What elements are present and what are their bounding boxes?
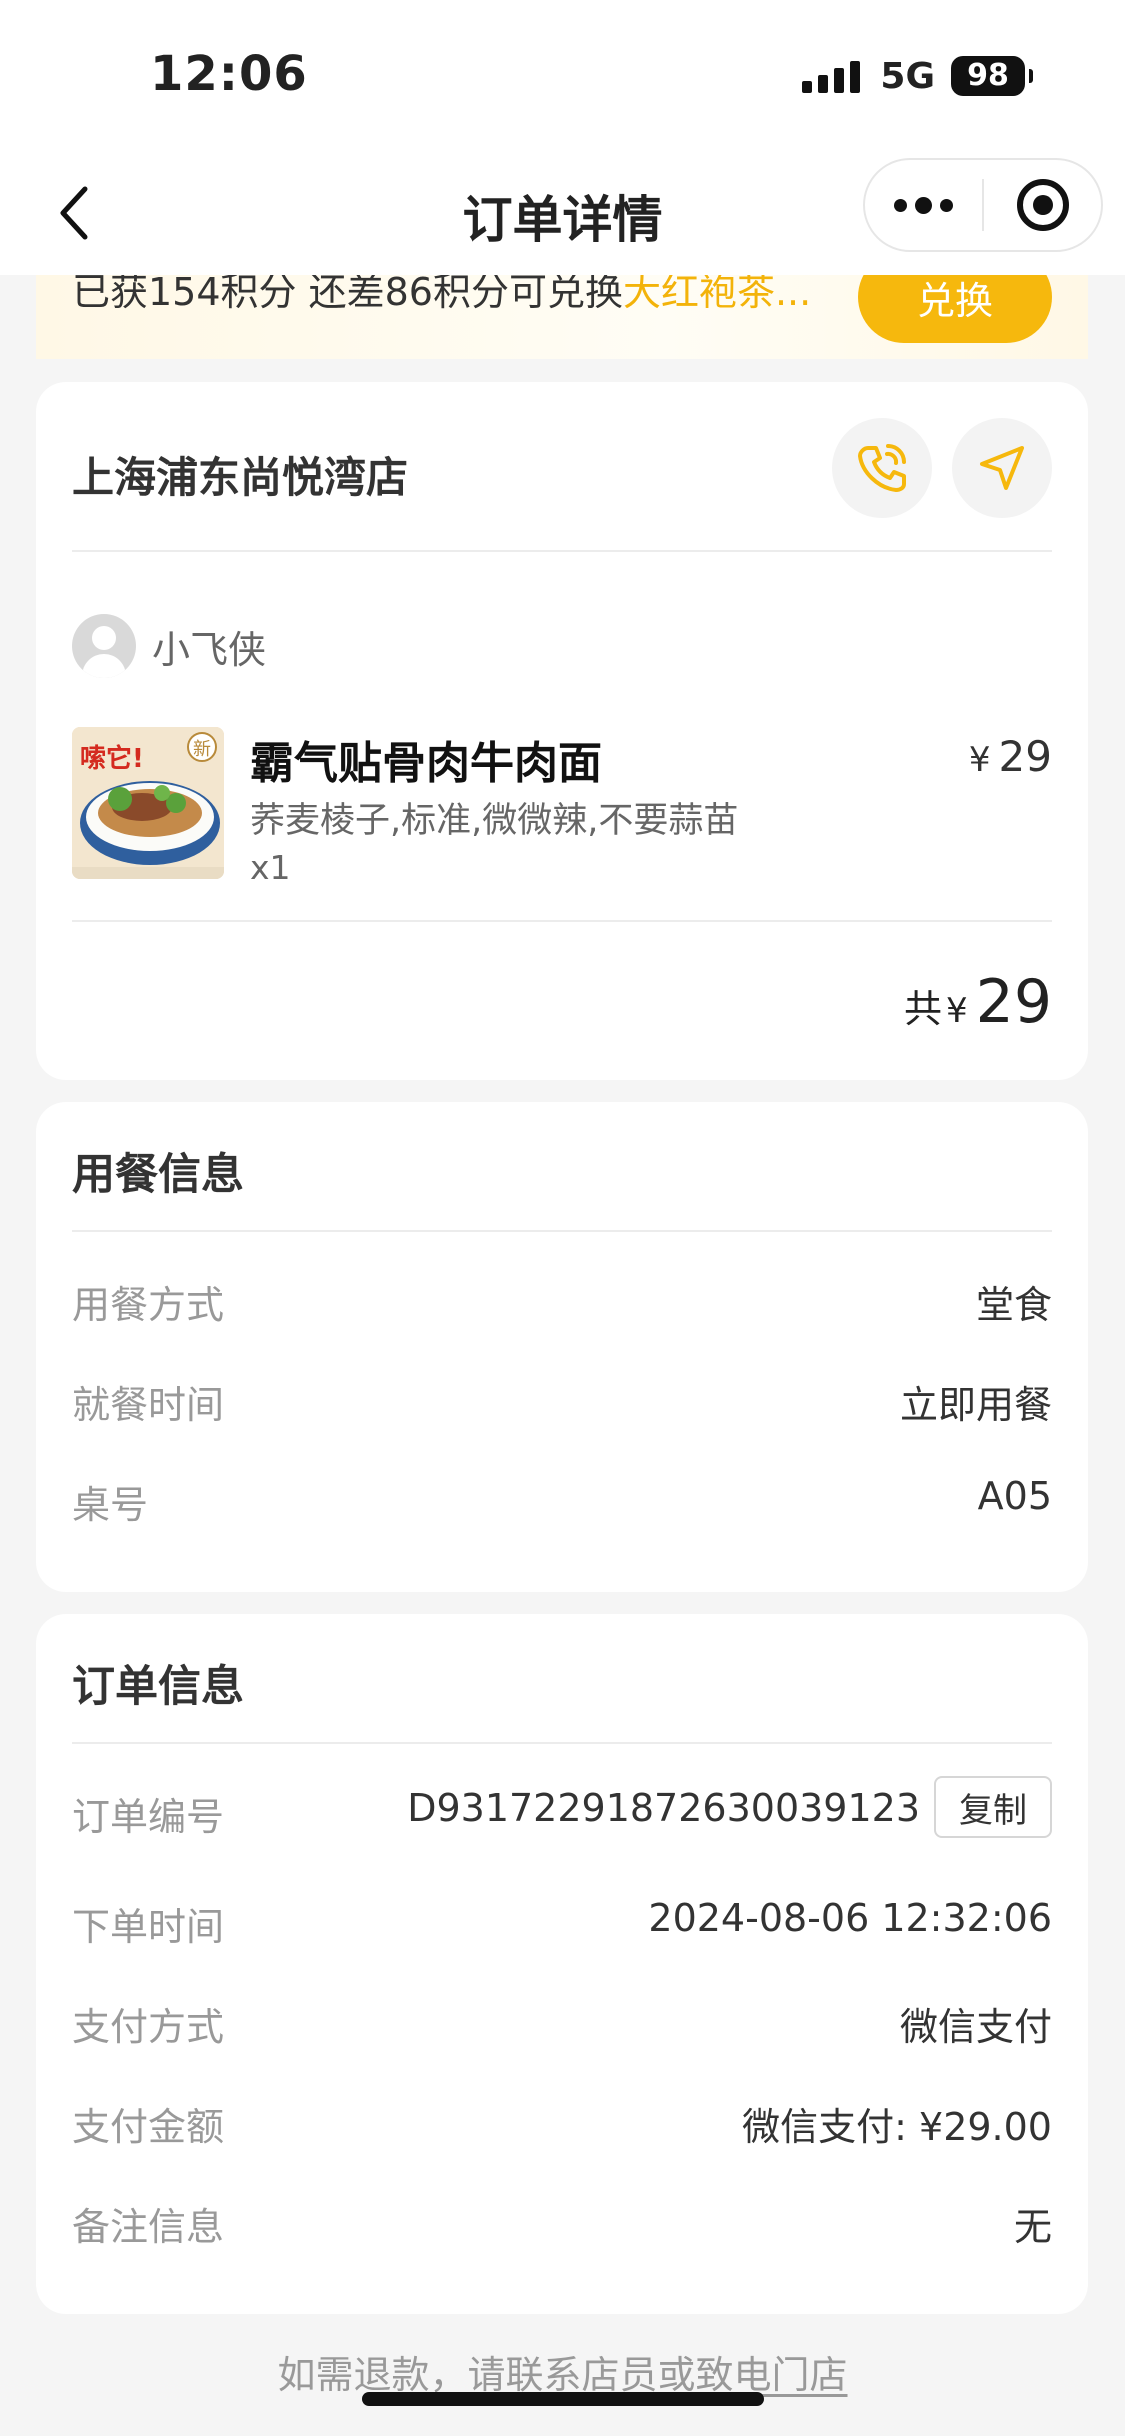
info-row-dining-mode: 用餐方式 堂食 [72, 1274, 1052, 1327]
info-value: 2024-08-06 12:32:06 [648, 1896, 1052, 1940]
info-label: 下单时间 [72, 1905, 225, 1949]
orderer-name: 小飞侠 [152, 627, 267, 672]
status-bar: 12:06 5G 98 [0, 0, 1125, 150]
item-price-value: 29 [998, 732, 1052, 781]
item-quantity: x1 [250, 848, 291, 887]
divider [72, 550, 1052, 552]
points-text-highlight: 大红袍茶... [622, 275, 812, 314]
info-value: 微信支付: ¥29.00 [742, 2105, 1052, 2149]
item-spec: 荞麦棱子,标准,微微辣,不要蒜苗 [250, 801, 739, 841]
currency-symbol: ¥ [968, 740, 991, 780]
info-row-table-number: 桌号 A05 [72, 1474, 1052, 1527]
store-card: 上海浦东尚悦湾店 小飞侠 嗦它! 新 霸气贴骨肉牛肉面 荞麦棱子,标准,微微辣,… [36, 382, 1088, 1080]
refund-note-prefix: 如需退款，请 [277, 2353, 506, 2397]
order-number: D93172291872630039123 [407, 1786, 920, 1830]
store-name: 上海浦东尚悦湾店 [72, 453, 409, 502]
info-value: 堂食 [975, 1283, 1052, 1327]
info-label: 就餐时间 [72, 1383, 225, 1427]
info-label: 备注信息 [72, 2205, 225, 2249]
avatar [72, 614, 136, 678]
divider [72, 1742, 1052, 1744]
more-dots-icon [894, 196, 953, 214]
info-row-payment-method: 支付方式 微信支付 [72, 1996, 1052, 2049]
order-detail-page: 12:06 5G 98 订单详情 已获154积分 还差86积分可兑换大红袍茶..… [0, 0, 1125, 2436]
section-title: 用餐信息 [72, 1150, 244, 1200]
target-circle-icon [1016, 179, 1069, 231]
info-label: 支付方式 [72, 2005, 225, 2049]
info-value: 立即用餐 [899, 1383, 1052, 1427]
points-banner: 已获154积分 还差86积分可兑换大红袍茶... 兑换 [36, 275, 1088, 359]
info-row-payment-amount: 支付金额 微信支付: ¥29.00 [72, 2096, 1052, 2149]
signal-icon [802, 59, 861, 93]
order-total: 共 ¥ 29 [904, 967, 1052, 1037]
item-name: 霸气贴骨肉牛肉面 [250, 738, 602, 789]
order-info-card: 订单信息 订单编号 D93172291872630039123 复制 下单时间 … [36, 1614, 1088, 2314]
phone-icon [858, 444, 906, 492]
refund-note: 如需退款，请联系店员或致电门店 [0, 2344, 1125, 2399]
total-label: 共 [903, 987, 942, 1031]
info-value: A05 [977, 1474, 1052, 1518]
contact-store-link[interactable]: 联系店员或致电门店 [506, 2353, 848, 2397]
navigation-arrow-icon [980, 446, 1024, 490]
item-price: ¥29 [969, 732, 1052, 781]
info-row-remarks: 备注信息 无 [72, 2196, 1052, 2249]
close-mini-program-button[interactable] [984, 160, 1101, 250]
info-row-order-time: 下单时间 2024-08-06 12:32:06 [72, 1896, 1052, 1949]
info-value: 无 [1013, 2205, 1052, 2249]
info-row-dining-time: 就餐时间 立即用餐 [72, 1374, 1052, 1427]
call-store-button[interactable] [832, 418, 932, 518]
food-image: 嗦它! 新 [72, 727, 224, 879]
system-indicators: 5G 98 [802, 55, 1033, 97]
points-text: 已获154积分 还差86积分可兑换大红袍茶... [72, 275, 811, 316]
divider [72, 920, 1052, 922]
battery-indicator: 98 [951, 56, 1033, 96]
copy-order-number-button[interactable]: 复制 [934, 1776, 1052, 1838]
dining-info-card: 用餐信息 用餐方式 堂食 就餐时间 立即用餐 桌号 A05 [36, 1102, 1088, 1592]
nav-bar: 订单详情 [0, 150, 1125, 275]
info-label: 用餐方式 [72, 1283, 225, 1327]
orderer-row: 小飞侠 [72, 614, 266, 678]
image-badge-text: 嗦它! [80, 743, 144, 774]
points-text-main: 已获154积分 还差86积分可兑换 [72, 275, 623, 314]
image-new-badge: 新 [193, 739, 211, 760]
noodle-bowl-image: 嗦它! 新 [72, 727, 224, 879]
info-label: 支付金额 [72, 2105, 225, 2149]
total-amount: 29 [975, 967, 1052, 1037]
divider [72, 1230, 1052, 1232]
info-value: 微信支付 [899, 2005, 1052, 2049]
section-title: 订单信息 [72, 1662, 244, 1712]
info-label: 订单编号 [72, 1795, 225, 1839]
total-currency: ¥ [946, 991, 968, 1031]
status-time: 12:06 [150, 46, 308, 102]
info-label: 桌号 [72, 1483, 149, 1527]
navigate-button[interactable] [952, 418, 1052, 518]
home-indicator[interactable] [362, 2392, 764, 2406]
exchange-button[interactable]: 兑换 [858, 275, 1052, 343]
info-row-order-number: 订单编号 D93172291872630039123 复制 [72, 1776, 1052, 1839]
network-label: 5G [880, 55, 935, 97]
more-button[interactable] [865, 160, 982, 250]
mini-program-capsule [863, 158, 1103, 252]
